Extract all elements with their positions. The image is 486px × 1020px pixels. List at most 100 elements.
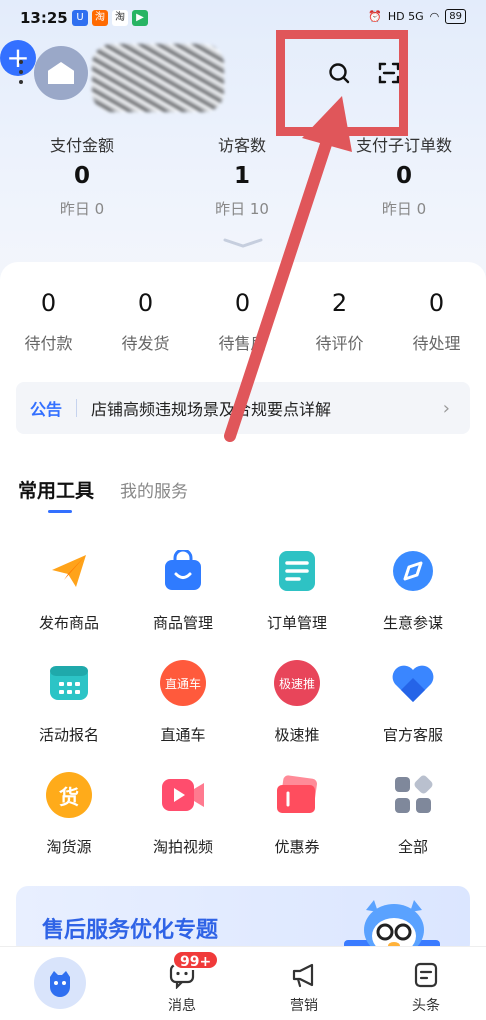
order-after-sale[interactable]: 0 待售后 (194, 286, 291, 354)
order-pending-handle[interactable]: 0 待处理 (388, 286, 485, 354)
ztc-logo-text: 直通车 (164, 676, 201, 691)
order-label: 待付款 (24, 334, 73, 353)
shop-avatar[interactable] (34, 46, 88, 100)
tool-label: 直通车 (160, 726, 206, 744)
message-badge: 99+ (172, 950, 220, 970)
header: + (0, 40, 486, 112)
tab-marketing[interactable]: 营销 (254, 947, 354, 1015)
tool-order-management[interactable]: 订单管理 (242, 548, 352, 633)
home-icon (50, 971, 70, 997)
order-label: 待发货 (121, 334, 170, 353)
stat-visitors[interactable]: 访客数 1 昨日 10 (172, 132, 312, 219)
bottom-tab-bar: 消息 营销 头条 (0, 946, 486, 1020)
tab-my-services[interactable]: 我的服务 (120, 477, 188, 502)
stat-value: 0 (395, 163, 412, 189)
stat-orders[interactable]: 支付子订单数 0 昨日 0 (334, 132, 474, 219)
network-indicator: HD 5G (387, 10, 424, 23)
ztc-logo-icon: 直通车 (160, 660, 206, 706)
tool-product-management[interactable]: 商品管理 (128, 548, 238, 633)
huo-logo-text: 货 (59, 784, 79, 809)
tool-label: 全部 (397, 838, 428, 856)
tool-publish-product[interactable]: 发布商品 (14, 548, 124, 633)
chevron-right-icon: › (442, 397, 450, 419)
tab-label: 头条 (412, 998, 440, 1014)
tab-home[interactable] (34, 957, 86, 1009)
stat-payment[interactable]: 支付金额 0 昨日 0 (12, 132, 152, 219)
order-count: 0 (428, 289, 445, 317)
order-pending-payment[interactable]: 0 待付款 (0, 286, 97, 354)
app-notification-icon: 淘 (92, 10, 108, 26)
stat-prev: 昨日 0 (59, 200, 105, 218)
tool-taopai-video[interactable]: 淘拍视频 (128, 772, 238, 857)
app-notification-icon: U (72, 10, 88, 26)
order-status-row: 0 待付款 0 待发货 0 待售后 2 待评价 0 待处理 (0, 286, 486, 366)
app-notification-icon: ▶ (132, 10, 148, 26)
stat-value: 1 (233, 163, 250, 189)
tool-taohuoyuan[interactable]: 货 淘货源 (14, 772, 124, 857)
status-time: 13:25 (20, 9, 68, 27)
order-count: 0 (234, 289, 251, 317)
tool-all[interactable]: 全部 (358, 772, 468, 857)
status-right: ⏰ HD 5G ◠ 89 (368, 9, 466, 24)
order-count: 2 (331, 289, 348, 317)
tool-label: 生意参谋 (382, 614, 443, 632)
order-count: 0 (40, 289, 57, 317)
grid-icon (390, 772, 436, 818)
tool-label: 极速推 (274, 726, 320, 744)
tool-zhitongche[interactable]: 直通车 直通车 (128, 660, 238, 745)
tool-official-service[interactable]: 官方客服 (358, 660, 468, 745)
paper-plane-icon (46, 548, 92, 594)
tool-label: 商品管理 (152, 614, 213, 632)
status-app-icons: U 淘 淘 ▶ (72, 10, 148, 26)
tool-label: 订单管理 (266, 614, 327, 632)
tool-label: 活动报名 (38, 726, 99, 744)
tool-label: 淘拍视频 (152, 838, 213, 856)
tool-business-advisor[interactable]: 生意参谋 (358, 548, 468, 633)
shopping-bag-icon (160, 548, 206, 594)
stats-row: 支付金额 0 昨日 0 访客数 1 昨日 10 支付子订单数 0 昨日 0 (0, 132, 486, 232)
announcement-tag: 公告 (30, 400, 63, 419)
shop-name-redacted[interactable] (92, 44, 224, 112)
tool-label: 淘货源 (46, 838, 92, 856)
jst-logo-text: 极速推 (278, 676, 315, 691)
video-camera-icon (160, 772, 206, 818)
order-count: 0 (137, 289, 154, 317)
order-label: 待售后 (218, 334, 267, 353)
banner-title: 售后服务优化专题 (42, 918, 219, 943)
coupon-icon (274, 772, 320, 818)
tool-label: 发布商品 (38, 614, 99, 632)
order-label: 待评价 (315, 334, 364, 353)
annotation-highlight-box (276, 30, 408, 136)
wifi-icon: ◠ (429, 10, 440, 23)
tab-headlines[interactable]: 头条 (376, 947, 476, 1015)
order-label: 待处理 (412, 334, 461, 353)
more-menu-icon[interactable] (18, 60, 24, 84)
stat-prev: 昨日 10 (215, 200, 269, 218)
tool-label: 官方客服 (382, 726, 443, 744)
app-notification-icon: 淘 (112, 10, 128, 26)
stat-label: 支付金额 (49, 136, 114, 155)
tool-event-signup[interactable]: 活动报名 (14, 660, 124, 745)
heart-icon (390, 660, 436, 706)
calendar-icon (46, 660, 92, 706)
order-pending-review[interactable]: 2 待评价 (291, 286, 388, 354)
tool-coupon[interactable]: 优惠券 (242, 772, 352, 857)
tool-jisutui[interactable]: 极速推 极速推 (242, 660, 352, 745)
announcement-bar[interactable]: 公告 店铺高频违规场景及合规要点详解 › (16, 382, 470, 434)
stat-prev: 昨日 0 (381, 200, 427, 218)
megaphone-icon (292, 963, 314, 988)
order-pending-shipment[interactable]: 0 待发货 (97, 286, 194, 354)
announcement-text: 店铺高频违规场景及合规要点详解 (91, 400, 332, 419)
expand-chevron-icon[interactable] (222, 238, 264, 248)
huo-logo-icon: 货 (46, 772, 92, 818)
news-icon (414, 962, 438, 988)
battery-indicator: 89 (445, 9, 466, 24)
tab-label: 消息 (168, 998, 196, 1014)
document-icon (274, 548, 320, 594)
compass-icon (390, 548, 436, 594)
tab-common-tools[interactable]: 常用工具 (18, 476, 94, 513)
jst-logo-icon: 极速推 (274, 660, 320, 706)
tool-label: 优惠券 (274, 838, 320, 856)
status-bar: 13:25 U 淘 淘 ▶ ⏰ HD 5G ◠ 89 (0, 0, 486, 36)
divider (76, 399, 78, 417)
